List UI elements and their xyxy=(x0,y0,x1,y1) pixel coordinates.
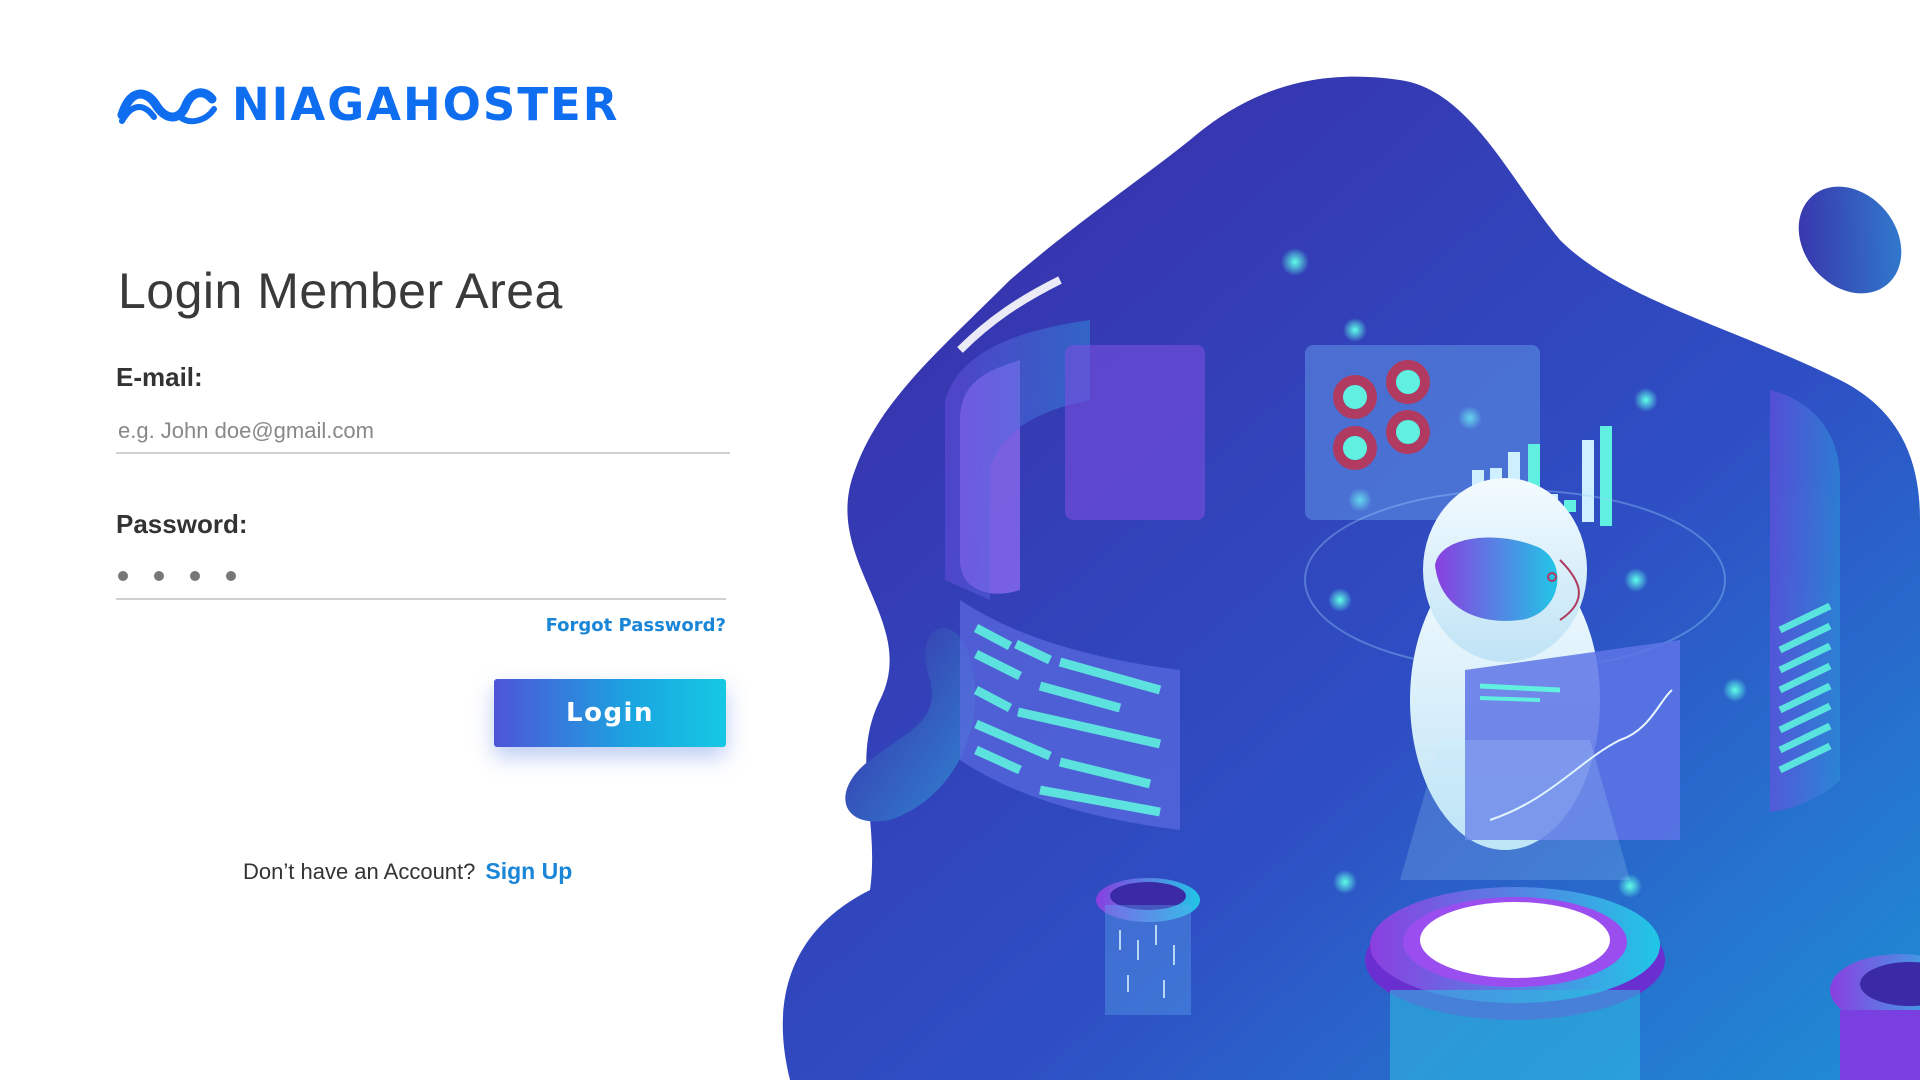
password-mask-dot xyxy=(190,571,200,581)
password-mask-dot xyxy=(118,571,128,581)
password-mask-dot xyxy=(154,571,164,581)
top-right-blob xyxy=(1798,186,1902,294)
brand-name: NIAGAHOSTER xyxy=(232,78,620,131)
right-pedestal xyxy=(1830,954,1920,1080)
password-field[interactable] xyxy=(116,554,726,600)
hologram-base xyxy=(1365,887,1665,1080)
signup-link[interactable]: Sign Up xyxy=(485,858,572,885)
forgot-password-link[interactable]: Forgot Password? xyxy=(546,615,726,636)
signup-prompt: Don’t have an Account? xyxy=(243,859,476,884)
login-page: NIAGAHOSTER Login Member Area E-mail: Pa… xyxy=(0,0,1920,1080)
login-button[interactable]: Login xyxy=(494,679,726,747)
left-pedestal xyxy=(1096,878,1200,1015)
page-title: Login Member Area xyxy=(118,263,563,319)
brand-logo[interactable]: NIAGAHOSTER xyxy=(116,78,619,131)
password-mask-dot xyxy=(226,571,236,581)
email-field[interactable] xyxy=(116,410,730,454)
password-label: Password: xyxy=(116,509,248,539)
signup-row: Don’t have an Account? Sign Up xyxy=(243,858,572,885)
email-label: E-mail: xyxy=(116,362,203,392)
hero-illustration xyxy=(782,76,1920,1080)
wave-logo-icon xyxy=(117,87,217,124)
